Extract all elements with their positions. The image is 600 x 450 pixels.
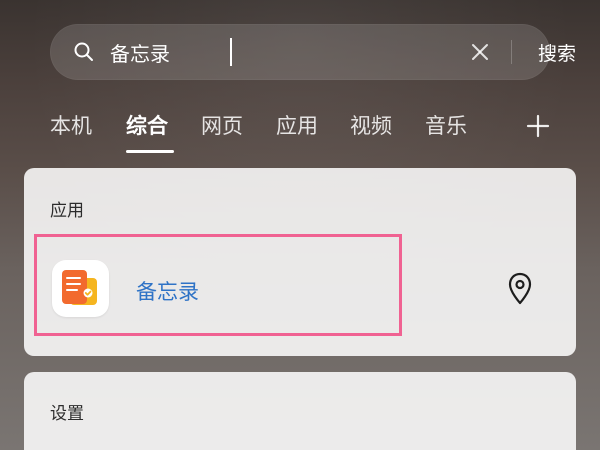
tab-music[interactable]: 音乐 [425, 110, 467, 142]
tab-local[interactable]: 本机 [50, 110, 92, 142]
search-tabs: 本机 综合 网页 应用 视频 音乐 [0, 102, 600, 162]
text-cursor [230, 38, 232, 66]
search-bar[interactable]: 搜索 [50, 24, 576, 80]
section-title-apps: 应用 [50, 201, 84, 221]
search-button[interactable]: 搜索 [524, 36, 590, 68]
app-name: 备忘录 [136, 280, 199, 304]
settings-section-card: 设置 [24, 372, 576, 450]
apps-section-card: 应用 备忘录 [24, 168, 576, 356]
memo-app-icon-graphic [62, 270, 97, 305]
search-icon [74, 42, 93, 61]
active-tab-indicator [126, 150, 174, 153]
tab-all[interactable]: 综合 [126, 110, 168, 142]
memo-app-icon[interactable] [52, 260, 109, 317]
close-icon[interactable] [469, 41, 491, 63]
search-divider [511, 40, 512, 64]
search-input[interactable] [110, 37, 410, 67]
tab-video[interactable]: 视频 [350, 110, 392, 142]
tab-apps[interactable]: 应用 [276, 110, 318, 142]
section-title-settings: 设置 [50, 404, 84, 424]
app-result-row[interactable]: 备忘录 [24, 260, 576, 344]
location-pin-icon[interactable] [503, 270, 537, 308]
tab-web[interactable]: 网页 [201, 110, 243, 142]
plus-icon[interactable] [523, 111, 553, 141]
